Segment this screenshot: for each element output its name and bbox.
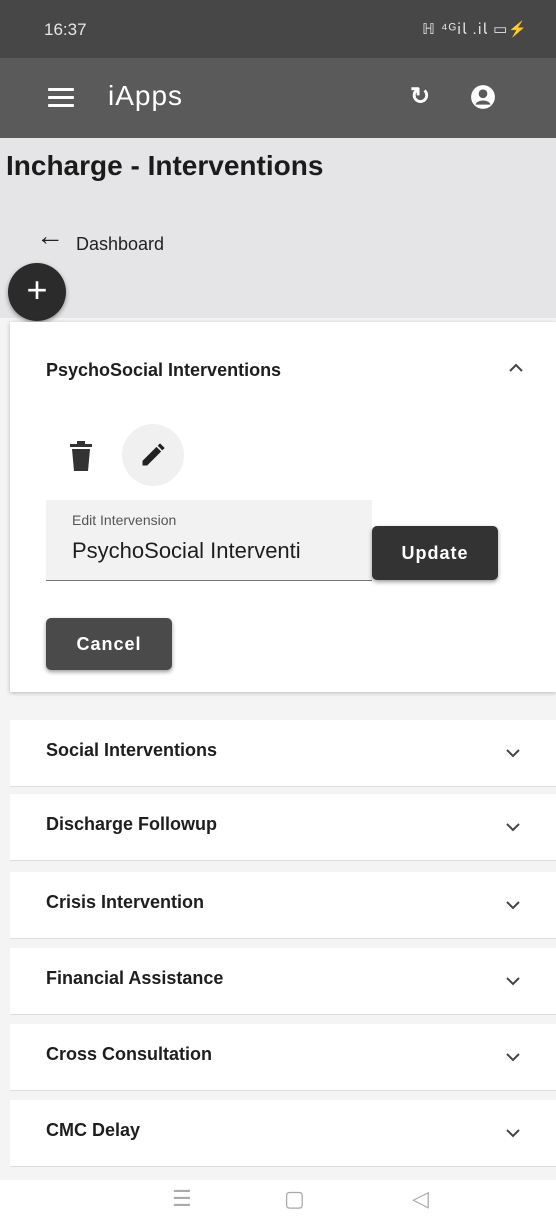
- account-circle-icon[interactable]: [470, 84, 496, 110]
- panel-label: Social Interventions: [46, 740, 218, 760]
- panel-crisis-intervention[interactable]: Crisis Intervention: [10, 872, 556, 939]
- panel-cross-consultation[interactable]: Cross Consultation: [10, 1024, 556, 1091]
- panel-label: Crisis Intervention: [46, 892, 205, 912]
- page-title: Incharge - Interventions: [6, 150, 324, 181]
- add-intervention-button[interactable]: +: [8, 263, 66, 321]
- back-arrow-icon: ←: [36, 220, 64, 251]
- chevron-up-icon[interactable]: [506, 358, 526, 378]
- expanded-panel: PsychoSocial Interventions Edit Interven…: [10, 322, 556, 692]
- panel-label: Discharge Followup: [46, 814, 218, 834]
- panel-title[interactable]: PsychoSocial Interventions: [46, 360, 281, 381]
- edit-intervention-input[interactable]: [72, 536, 364, 566]
- panel-label: CMC Delay: [46, 1120, 141, 1140]
- hamburger-menu-icon[interactable]: [44, 82, 78, 112]
- edit-button[interactable]: [122, 424, 184, 486]
- chevron-down-icon: [506, 1129, 520, 1138]
- panel-social-interventions[interactable]: Social Interventions: [10, 720, 556, 787]
- app-title: iApps: [108, 80, 184, 111]
- home-icon[interactable]: ▢: [284, 1186, 305, 1212]
- update-button[interactable]: Update: [372, 526, 498, 580]
- panel-label: Cross Consultation: [46, 1044, 213, 1064]
- status-time: 16:37: [44, 20, 87, 39]
- panel-cmc-delay[interactable]: CMC Delay: [10, 1100, 556, 1167]
- app-bar: iApps ↻: [0, 58, 556, 138]
- chevron-down-icon: [506, 749, 520, 758]
- back-link-label: Dashboard: [76, 234, 165, 254]
- refresh-icon[interactable]: ↻: [410, 82, 430, 111]
- system-nav-bar: ☰ ▢ ◁: [0, 1180, 556, 1220]
- status-bar: 16:37 ℍ ⁴ᴳ𝗂𝗅 .𝗂𝗅 ▭⚡: [0, 0, 556, 58]
- cancel-button[interactable]: Cancel: [46, 618, 172, 670]
- chevron-down-icon: [506, 823, 520, 832]
- pencil-icon: [142, 443, 165, 466]
- panel-label: Financial Assistance: [46, 968, 224, 988]
- chevron-down-icon: [506, 977, 520, 986]
- chevron-down-icon: [506, 901, 520, 910]
- edit-field-label: Edit Intervension: [72, 512, 177, 528]
- panel-discharge-followup[interactable]: Discharge Followup: [10, 794, 556, 861]
- chevron-down-icon: [506, 1053, 520, 1062]
- status-indicators: ℍ ⁴ᴳ𝗂𝗅 .𝗂𝗅 ▭⚡: [422, 21, 528, 38]
- back-nav-icon[interactable]: ◁: [412, 1186, 429, 1212]
- edit-intervention-field: Edit Intervension: [46, 500, 372, 581]
- recent-apps-icon[interactable]: ☰: [172, 1186, 192, 1212]
- delete-icon[interactable]: [68, 440, 94, 472]
- panel-financial-assistance[interactable]: Financial Assistance: [10, 948, 556, 1015]
